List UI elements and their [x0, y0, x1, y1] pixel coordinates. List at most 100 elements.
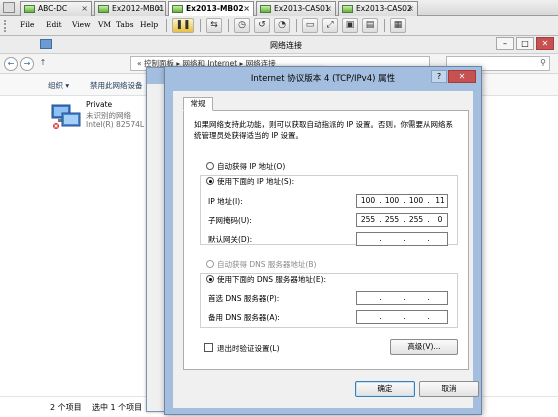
alternate-dns-field[interactable]: . . .: [356, 310, 448, 324]
send-ctrl-alt-del-icon[interactable]: ⇆: [206, 18, 222, 33]
menu-vm[interactable]: VM: [98, 20, 111, 29]
grip-icon: [4, 20, 10, 32]
vm-tab-label: Ex2013-MB02: [186, 4, 244, 13]
validate-on-exit-checkbox[interactable]: [204, 343, 213, 352]
preferred-dns-label: 首选 DNS 服务器(P):: [208, 294, 280, 303]
dot-separator: .: [379, 234, 382, 243]
alternate-dns-label: 备用 DNS 服务器(A):: [208, 313, 280, 322]
dialog-body: 常规 如果网络支持此功能，则可以获取自动指派的 IP 设置。否则，你需要从网络系…: [173, 91, 479, 408]
explorer-title: 网络连接: [270, 41, 302, 50]
tabbar-logo-icon: [3, 2, 15, 13]
help-icon[interactable]: ?: [431, 70, 447, 83]
vm-tab-ex2013-mb02[interactable]: Ex2013-MB02 ×: [168, 1, 254, 17]
disable-device-button[interactable]: 禁用此网络设备: [90, 80, 143, 91]
toolbar-separator: [200, 19, 201, 32]
close-icon[interactable]: ×: [155, 2, 162, 15]
connection-adapter: Intel(R) 82574L ...: [86, 120, 154, 129]
close-icon[interactable]: ×: [407, 2, 414, 15]
back-arrow-icon[interactable]: ←: [4, 57, 18, 71]
ip-octet-3: 100: [408, 196, 424, 205]
vm-icon: [24, 5, 35, 13]
toolbar-separator: [384, 19, 385, 32]
show-console-icon[interactable]: ▭: [302, 18, 318, 33]
menu-file[interactable]: File: [20, 20, 34, 29]
dns-auto-radio[interactable]: [206, 260, 214, 268]
default-gateway-field[interactable]: . . .: [356, 232, 448, 246]
vm-tab-label: Ex2013-CAS01: [274, 4, 330, 13]
vm-tab-label: Ex2013-CAS02: [356, 4, 412, 13]
ip-auto-radio[interactable]: [206, 162, 214, 170]
network-connection-item[interactable]: Private 未识别的网络 Intel(R) 82574L ...: [50, 98, 154, 138]
explorer-title-bar: 网络连接 – □ ✕: [0, 36, 558, 54]
subnet-mask-field[interactable]: 255 . 255 . 255 . 0: [356, 213, 448, 227]
ip-address-field[interactable]: 100 . 100 . 100 . 11: [356, 194, 448, 208]
subnet-mask-label: 子网掩码(U):: [208, 216, 252, 225]
snapshot-manager-icon[interactable]: ◔: [274, 18, 290, 33]
preferred-dns-field[interactable]: . . .: [356, 291, 448, 305]
ip-octet-2: 100: [384, 196, 400, 205]
dot-separator: .: [427, 234, 430, 243]
ip-auto-label: 自动获得 IP 地址(O): [217, 162, 286, 171]
dns-manual-label: 使用下面的 DNS 服务器地址(E):: [217, 274, 329, 285]
ok-button[interactable]: 确定: [355, 381, 415, 397]
ip-manual-label: 使用下面的 IP 地址(S):: [217, 176, 297, 187]
tab-general[interactable]: 常规: [183, 97, 213, 111]
close-icon[interactable]: ×: [81, 2, 88, 15]
toolbar-separator: [166, 19, 167, 32]
vm-tab-ex2013-cas01[interactable]: Ex2013-CAS01 ×: [256, 1, 336, 16]
thumbnail-view-icon[interactable]: ▤: [362, 18, 378, 33]
toolbar-separator: [296, 19, 297, 32]
toolbar-separator: [228, 19, 229, 32]
vm-tab-bar: ABC-DC × Ex2012-MB01 × Ex2013-MB02 × Ex2…: [0, 0, 558, 17]
window-controls: – □ ✕: [494, 37, 554, 50]
full-screen-icon[interactable]: ⤢: [322, 18, 338, 33]
subnet-octet-4: 0: [437, 215, 443, 224]
vm-icon: [260, 5, 271, 13]
ip-address-label: IP 地址(I):: [208, 197, 243, 206]
menu-tabs[interactable]: Tabs: [116, 20, 134, 29]
minimize-icon[interactable]: –: [496, 37, 514, 50]
ip-octet-4: 11: [435, 196, 445, 205]
ip-manual-radio[interactable]: [206, 177, 214, 185]
snapshot-icon[interactable]: ◷: [234, 18, 250, 33]
pause-icon[interactable]: ❚❚: [172, 18, 194, 33]
vm-icon: [98, 5, 109, 13]
close-icon[interactable]: ✕: [448, 70, 476, 83]
maximize-icon[interactable]: □: [516, 37, 534, 50]
revert-snapshot-icon[interactable]: ↺: [254, 18, 270, 33]
dot-separator: .: [403, 312, 406, 321]
item-count: 2 个项目: [50, 403, 82, 412]
menu-help[interactable]: Help: [140, 20, 158, 29]
close-icon[interactable]: ×: [325, 2, 332, 15]
menu-edit[interactable]: Edit: [46, 20, 62, 29]
close-icon[interactable]: ✕: [536, 37, 554, 50]
advanced-button[interactable]: 高级(V)...: [390, 339, 458, 355]
validate-on-exit-label: 退出时验证设置(L): [217, 344, 280, 353]
unity-icon[interactable]: ▣: [342, 18, 358, 33]
forward-arrow-icon[interactable]: →: [20, 57, 34, 71]
subnet-octet-1: 255: [360, 215, 376, 224]
close-icon[interactable]: ×: [243, 2, 250, 15]
organize-menu[interactable]: 组织 ▾: [48, 80, 69, 91]
vm-tab-ex2013-cas02[interactable]: Ex2013-CAS02 ×: [338, 1, 418, 16]
dot-separator: .: [403, 293, 406, 302]
vm-tab-label: ABC-DC: [38, 4, 68, 13]
general-tab-panel: 如果网络支持此功能，则可以获取自动指派的 IP 设置。否则，你需要从网络系统管理…: [183, 110, 469, 370]
dot-separator: .: [427, 312, 430, 321]
ip-octet-1: 100: [360, 196, 376, 205]
cancel-button[interactable]: 取消: [419, 381, 479, 397]
library-icon[interactable]: ▦: [390, 18, 406, 33]
default-gateway-label: 默认网关(D):: [208, 235, 253, 244]
vm-tab-ex2012-mb01[interactable]: Ex2012-MB01 ×: [94, 1, 166, 16]
network-folder-icon: [40, 39, 52, 49]
up-arrow-icon[interactable]: ↑: [36, 57, 50, 71]
search-icon: ⚲: [540, 58, 546, 67]
dns-auto-label: 自动获得 DNS 服务器地址(B): [217, 260, 317, 269]
vm-menu-bar: File Edit View VM Tabs Help ❚❚ ⇆ ◷ ↺ ◔ ▭…: [0, 16, 558, 36]
menu-view[interactable]: View: [72, 20, 91, 29]
vm-tab-abc-dc[interactable]: ABC-DC ×: [20, 1, 92, 16]
subnet-octet-2: 255: [384, 215, 400, 224]
subnet-octet-3: 255: [408, 215, 424, 224]
dot-separator: .: [403, 234, 406, 243]
dns-manual-radio[interactable]: [206, 275, 214, 283]
